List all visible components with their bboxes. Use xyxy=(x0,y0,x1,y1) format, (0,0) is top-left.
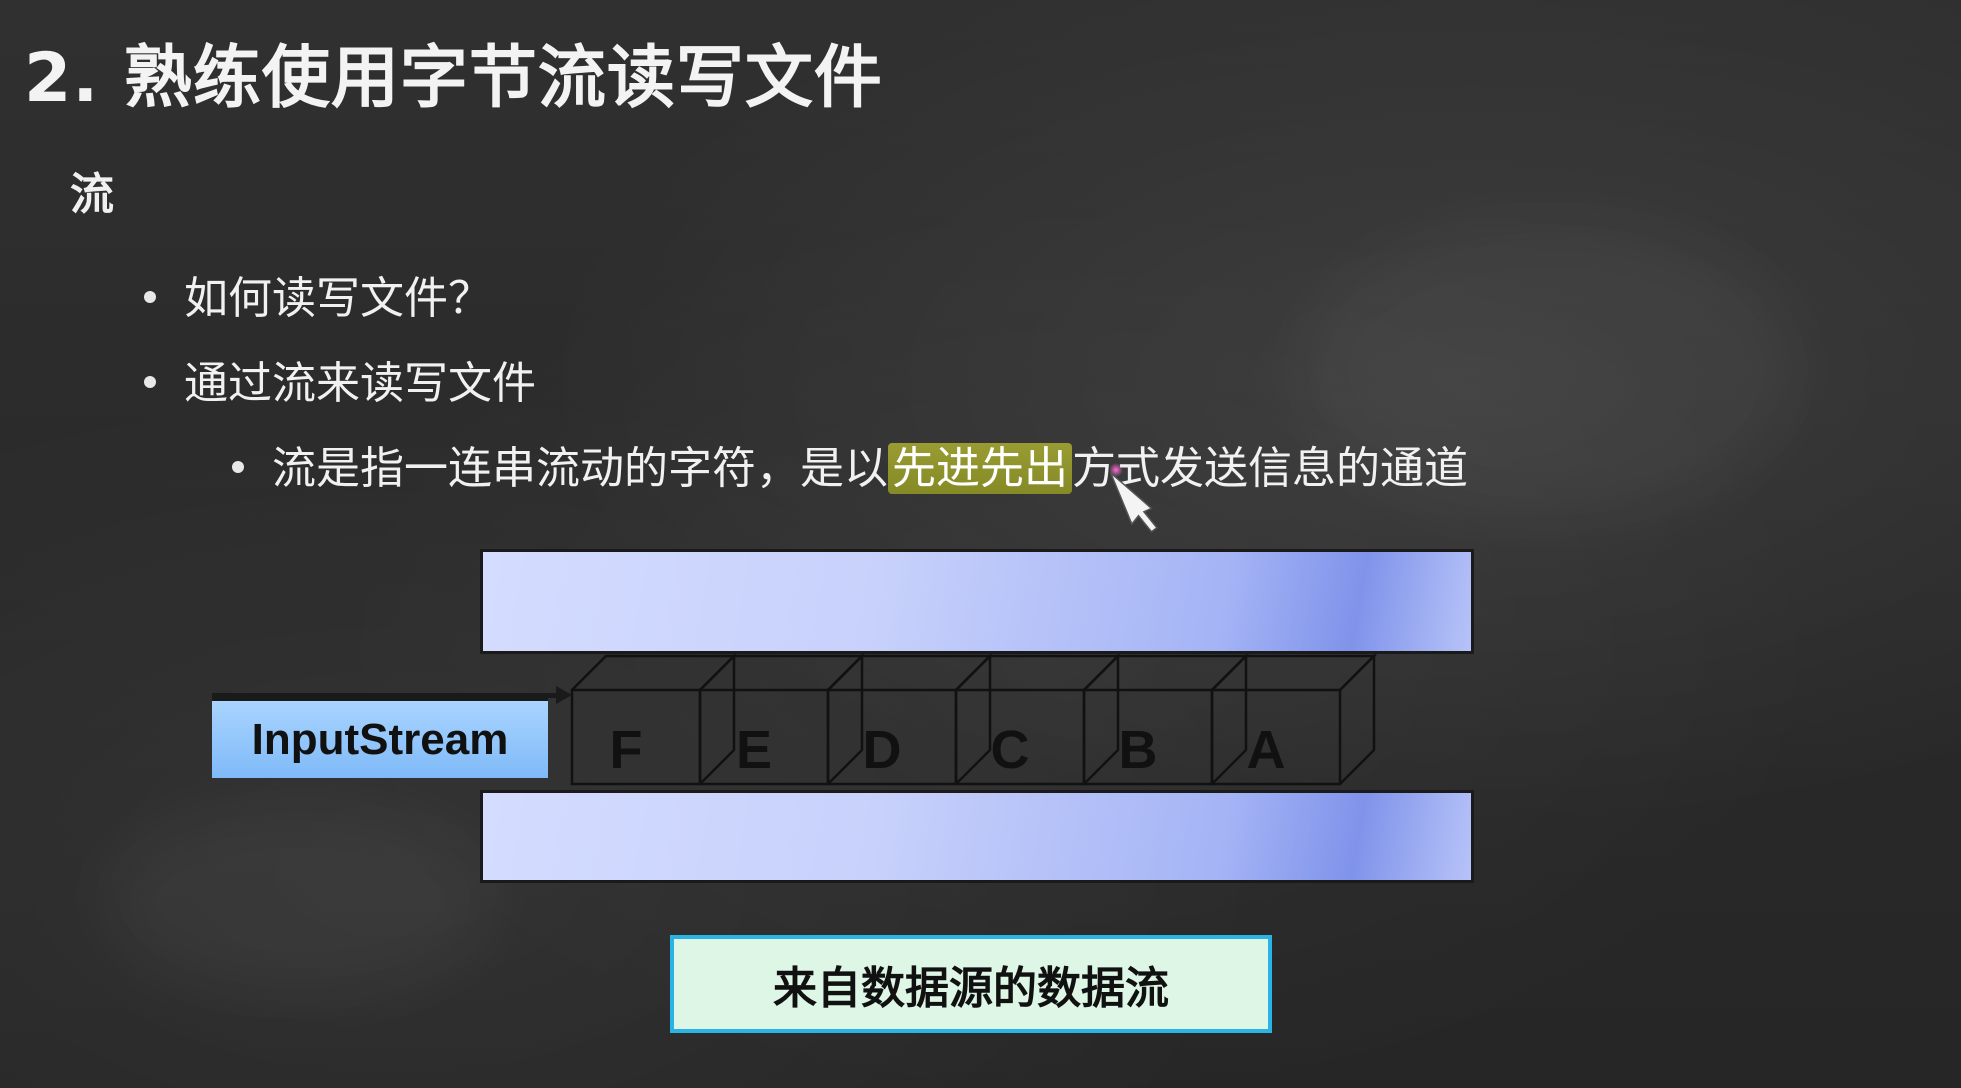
cube-side-face xyxy=(699,652,736,785)
cube-top-face xyxy=(1083,654,1250,691)
cube-letter: F xyxy=(610,720,643,780)
bullet-dot-icon xyxy=(232,461,244,473)
cube-side-face xyxy=(827,652,864,785)
pipe-top-wall xyxy=(480,549,1474,654)
cube-letter: C xyxy=(991,720,1030,780)
highlighted-text: 先进先出 xyxy=(888,443,1072,494)
slide-title: 2. 熟练使用字节流读写文件 xyxy=(24,39,883,118)
cube-side-face xyxy=(1083,652,1120,785)
cube-letter: E xyxy=(736,720,772,780)
sub-bullet-item: 流是指一连串流动的字符，是以先进先出方式发送信息的通道 xyxy=(232,432,1468,496)
bullet-text: 如何读写文件？ xyxy=(184,273,492,324)
cube-side-face xyxy=(955,652,992,785)
input-stream-label: InputStream xyxy=(212,698,548,778)
cube-side-face xyxy=(1339,652,1376,785)
pipe-bottom-wall xyxy=(480,790,1474,883)
laser-pointer-cursor-icon xyxy=(1110,463,1158,533)
cube-letter: A xyxy=(1247,720,1286,780)
cube-top-face xyxy=(955,654,1122,691)
bullet-dot-icon xyxy=(144,291,156,303)
cube-top-face xyxy=(571,654,738,691)
data-source-label: 来自数据源的数据流 xyxy=(670,935,1272,1033)
chalk-smudge xyxy=(100,800,500,1000)
cube-top-face xyxy=(1211,654,1378,691)
cube-letter: D xyxy=(863,720,902,780)
bullet-dot-icon xyxy=(144,376,156,388)
arrow-right-icon xyxy=(556,686,572,704)
section-label: 流 xyxy=(70,169,114,220)
cube-side-face xyxy=(1211,652,1248,785)
bullet-item: 如何读写文件？ xyxy=(144,262,492,326)
sub-bullet-text-before: 流是指一连串流动的字符，是以 xyxy=(272,443,888,494)
bullet-item: 通过流来读写文件 xyxy=(144,347,536,411)
bullet-text: 通过流来读写文件 xyxy=(184,358,536,409)
byte-cubes: FEDCBA xyxy=(570,652,1378,786)
cube-letter: B xyxy=(1119,720,1158,780)
cube-top-face xyxy=(699,654,866,691)
cube-top-face xyxy=(827,654,994,691)
